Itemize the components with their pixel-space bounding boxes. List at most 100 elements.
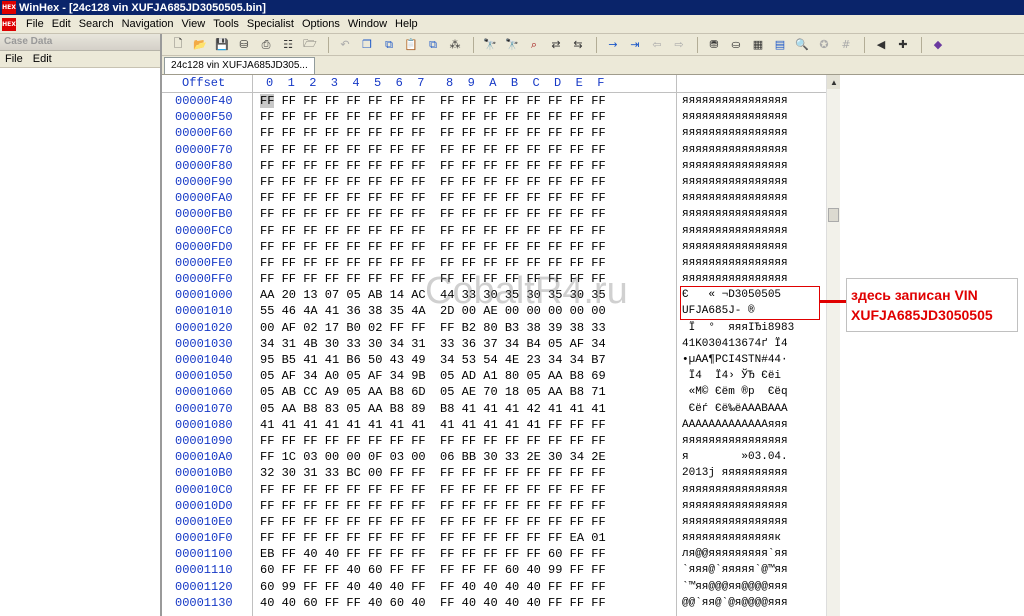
row-ascii[interactable]: яяяяяяяяяяяяяяяя: [682, 109, 788, 125]
menu-help[interactable]: Help: [391, 18, 422, 30]
row-ascii[interactable]: яяяяяяяяяяяяяяяя: [682, 223, 788, 239]
hex-row[interactable]: 00000F90 FF FF FF FF FF FF FF FF FF FF FF…: [162, 174, 826, 190]
row-bytes[interactable]: FF FF FF FF FF FF FF FF FF FF FF FF FF F…: [260, 239, 606, 255]
open-folder-icon[interactable]: 📂: [190, 36, 210, 53]
scroll-up-arrow-icon[interactable]: ▲: [827, 75, 841, 89]
menu-tools[interactable]: Tools: [209, 18, 243, 30]
row-ascii[interactable]: ля@@яяяяяяяяя`яя: [682, 546, 788, 562]
menu-navigation[interactable]: Navigation: [118, 18, 178, 30]
row-ascii[interactable]: @@`яя@`@я@@@@яяя: [682, 595, 788, 611]
hex-row[interactable]: 000010A0 FF 1C 03 00 00 0F 03 00 06 BB 30…: [162, 449, 826, 465]
hash-icon[interactable]: #: [836, 36, 856, 53]
help-book-icon[interactable]: ◆: [928, 36, 948, 53]
row-bytes[interactable]: 60 FF FF FF 40 60 FF FF FF FF FF 60 40 9…: [260, 562, 606, 578]
hex-editor-view[interactable]: Offset 0 1 2 3 4 5 6 7 8 9 A B C D E F 0…: [162, 75, 826, 616]
hex-row[interactable]: 000010C0 FF FF FF FF FF FF FF FF FF FF FF…: [162, 482, 826, 498]
scroll-thumb[interactable]: [828, 208, 839, 222]
vertical-scrollbar[interactable]: ▲: [826, 75, 841, 616]
menu-options[interactable]: Options: [298, 18, 344, 30]
winhex-app-icon[interactable]: HEX: [2, 1, 16, 14]
hex-row[interactable]: 000010F0 FF FF FF FF FF FF FF FF FF FF FF…: [162, 530, 826, 546]
copy-icon[interactable]: ❐: [357, 36, 377, 53]
hex-row[interactable]: 00000F50 FF FF FF FF FF FF FF FF FF FF FF…: [162, 109, 826, 125]
print-icon[interactable]: ⎙: [256, 36, 276, 53]
row-bytes[interactable]: FF FF FF FF FF FF FF FF FF FF FF FF FF F…: [260, 433, 606, 449]
hex-row[interactable]: 00001030 34 31 4B 30 33 30 34 31 33 36 37…: [162, 336, 826, 352]
row-ascii[interactable]: яяяяяяяяяяяяяяяя: [682, 142, 788, 158]
row-ascii[interactable]: яяяяяяяяяяяяяяяя: [682, 206, 788, 222]
menu-specialist[interactable]: Specialist: [243, 18, 298, 30]
row-ascii[interactable]: 2013ј яяяяяяяяяя: [682, 465, 788, 481]
row-ascii[interactable]: яяяяяяяяяяяяяяяя: [682, 433, 788, 449]
row-ascii[interactable]: яяяяяяяяяяяяяяяя: [682, 271, 788, 287]
row-ascii[interactable]: яяяяяяяяяяяяяяяя: [682, 125, 788, 141]
find-hex-values-icon[interactable]: ⌕: [524, 36, 544, 53]
paste-block-icon[interactable]: ⧉: [423, 36, 443, 53]
row-ascii[interactable]: яяяяяяяяяяяяяяяя: [682, 158, 788, 174]
hex-row[interactable]: 00001080 41 41 41 41 41 41 41 41 41 41 41…: [162, 417, 826, 433]
properties-icon[interactable]: ☷: [278, 36, 298, 53]
undo-icon[interactable]: ↶: [335, 36, 355, 53]
row-ascii[interactable]: яяяяяяяяяяяяяяяя: [682, 190, 788, 206]
hex-row[interactable]: 00001120 60 99 FF FF 40 40 40 FF FF 40 40…: [162, 579, 826, 595]
hex-row[interactable]: 00001020 00 AF 02 17 B0 02 FF FF FF B2 80…: [162, 320, 826, 336]
row-bytes[interactable]: FF FF FF FF FF FF FF FF FF FF FF FF FF F…: [260, 498, 606, 514]
row-bytes[interactable]: 32 30 31 33 BC 00 FF FF FF FF FF FF FF F…: [260, 465, 606, 481]
hex-row[interactable]: 00000FF0 FF FF FF FF FF FF FF FF FF FF FF…: [162, 271, 826, 287]
hex-row[interactable]: 000010D0 FF FF FF FF FF FF FF FF FF FF FF…: [162, 498, 826, 514]
row-bytes[interactable]: 41 41 41 41 41 41 41 41 41 41 41 41 41 F…: [260, 417, 606, 433]
hex-row[interactable]: 00000FB0 FF FF FF FF FF FF FF FF FF FF FF…: [162, 206, 826, 222]
row-bytes[interactable]: 05 AB CC A9 05 AA B8 6D 05 AE 70 18 05 A…: [260, 384, 606, 400]
row-bytes[interactable]: 34 31 4B 30 33 30 34 31 33 36 37 34 B4 0…: [260, 336, 606, 352]
row-ascii[interactable]: яяяяяяяяяяяяяяяя: [682, 174, 788, 190]
document-menu-icon[interactable]: HEX: [2, 17, 16, 31]
back-icon[interactable]: ⇦: [647, 36, 667, 53]
hex-row[interactable]: 00000FD0 FF FF FF FF FF FF FF FF FF FF FF…: [162, 239, 826, 255]
row-bytes[interactable]: 05 AF 34 A0 05 AF 34 9B 05 AD A1 80 05 A…: [260, 368, 606, 384]
hex-row[interactable]: 00001060 05 AB CC A9 05 AA B8 6D 05 AE 70…: [162, 384, 826, 400]
hex-row[interactable]: 000010B0 32 30 31 33 BC 00 FF FF FF FF FF…: [162, 465, 826, 481]
row-bytes[interactable]: FF FF FF FF FF FF FF FF FF FF FF FF FF F…: [260, 271, 606, 287]
calculator-icon[interactable]: ▤: [770, 36, 790, 53]
row-bytes[interactable]: EB FF 40 40 FF FF FF FF FF FF FF FF FF 6…: [260, 546, 606, 562]
analyze-icon[interactable]: 🔍: [792, 36, 812, 53]
forward-icon[interactable]: ⇨: [669, 36, 689, 53]
replace-text-icon[interactable]: ⇄: [546, 36, 566, 53]
row-bytes[interactable]: 95 B5 41 41 B6 50 43 49 34 53 54 4E 23 3…: [260, 352, 606, 368]
row-bytes[interactable]: FF FF FF FF FF FF FF FF FF FF FF FF FF F…: [260, 93, 606, 109]
row-bytes[interactable]: 40 40 60 FF FF 40 60 40 FF 40 40 40 40 F…: [260, 595, 606, 611]
copy-block-icon[interactable]: ⧉: [379, 36, 399, 53]
previous-file-icon[interactable]: ◀: [871, 36, 891, 53]
hex-row[interactable]: 00001130 40 40 60 FF FF 40 60 40 FF 40 40…: [162, 595, 826, 611]
disk-editor-icon[interactable]: ⛀: [726, 36, 746, 53]
row-ascii[interactable]: •µAA¶PCI4STN#44·: [682, 352, 788, 368]
ram-editor-icon[interactable]: ▦: [748, 36, 768, 53]
goto-offset-icon[interactable]: →: [603, 36, 623, 53]
hex-row[interactable]: 00000F80 FF FF FF FF FF FF FF FF FF FF FF…: [162, 158, 826, 174]
hex-row[interactable]: 00001090 FF FF FF FF FF FF FF FF FF FF FF…: [162, 433, 826, 449]
hex-row[interactable]: 00001110 60 FF FF FF 40 60 FF FF FF FF FF…: [162, 562, 826, 578]
row-bytes[interactable]: FF FF FF FF FF FF FF FF FF FF FF FF FF F…: [260, 206, 606, 222]
row-ascii[interactable]: яяяяяяяяяяяяяяяя: [682, 239, 788, 255]
file-tab[interactable]: 24c128 vin XUFJA685JD305...: [164, 57, 315, 74]
row-bytes[interactable]: FF FF FF FF FF FF FF FF FF FF FF FF FF F…: [260, 158, 606, 174]
hex-row[interactable]: 00000FE0 FF FF FF FF FF FF FF FF FF FF FF…: [162, 255, 826, 271]
row-ascii[interactable]: яяяяяяяяяяяяяяяя: [682, 514, 788, 530]
row-bytes[interactable]: AA 20 13 07 05 AB 14 AC 44 33 30 35 30 3…: [260, 287, 606, 303]
hex-row[interactable]: 000010E0 FF FF FF FF FF FF FF FF FF FF FF…: [162, 514, 826, 530]
row-ascii[interactable]: AAAAAAAAAAAAAяяя: [682, 417, 788, 433]
row-bytes[interactable]: FF FF FF FF FF FF FF FF FF FF FF FF FF F…: [260, 174, 606, 190]
open-disk-drive-icon[interactable]: ⛃: [704, 36, 724, 53]
menu-search[interactable]: Search: [75, 18, 118, 30]
new-file-icon[interactable]: 🗋: [168, 36, 188, 53]
binary-icon[interactable]: ⁂: [445, 36, 465, 53]
row-ascii[interactable]: Єёѓ Єё‰ёAAABAAA: [682, 401, 788, 417]
menu-view[interactable]: View: [178, 18, 210, 30]
row-ascii[interactable]: Ї ° яяяІЂі8983: [682, 320, 795, 336]
hex-row[interactable]: 00001100 EB FF 40 40 FF FF FF FF FF FF FF…: [162, 546, 826, 562]
row-bytes[interactable]: FF FF FF FF FF FF FF FF FF FF FF FF FF F…: [260, 530, 606, 546]
row-ascii[interactable]: Ї4 Ї4› ­ЎЂ Єёi: [682, 368, 781, 384]
goto-page-icon[interactable]: ⇥: [625, 36, 645, 53]
hex-row[interactable]: 00001070 05 AA B8 83 05 AA B8 89 B8 41 41…: [162, 401, 826, 417]
row-bytes[interactable]: FF FF FF FF FF FF FF FF FF FF FF FF FF F…: [260, 482, 606, 498]
